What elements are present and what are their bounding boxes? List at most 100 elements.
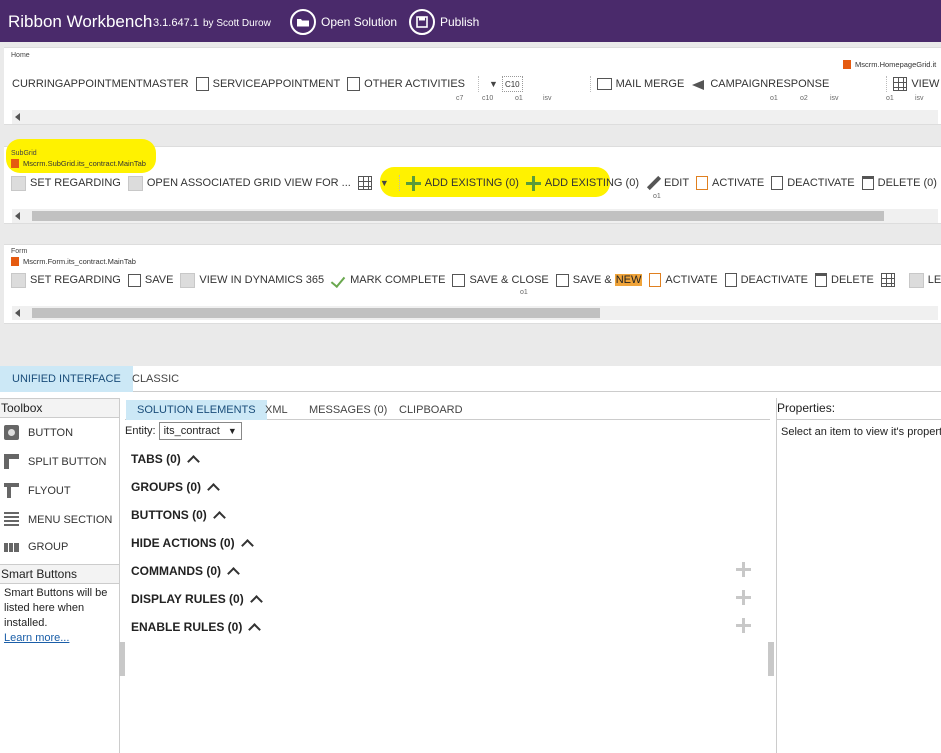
chevron-down-icon[interactable]: ▼ — [380, 178, 389, 188]
split-button-icon — [4, 454, 19, 469]
sublabel-o1: o1 — [653, 193, 661, 200]
add-enable-rule-plus-icon[interactable] — [736, 618, 751, 633]
tab-xml[interactable]: XML — [254, 400, 299, 420]
learning-label: LEARNIN — [927, 274, 941, 286]
deactivate-label: DEACTIVATE — [740, 274, 808, 286]
chevron-up-icon[interactable] — [207, 483, 220, 496]
subgrid-ribbon-title: SubGrid — [11, 150, 37, 157]
publish-label: Publish — [440, 15, 480, 29]
toolbox-menu-section[interactable]: MENU SECTION — [4, 512, 112, 527]
home-ribbon-title: Home — [11, 52, 30, 59]
edit-button[interactable]: EDIT — [646, 176, 689, 190]
flyout-icon — [4, 483, 19, 498]
form-ribbon-scrollbar[interactable] — [12, 306, 938, 320]
add-display-rule-plus-icon[interactable] — [736, 590, 751, 605]
scroll-thumb[interactable] — [32, 211, 884, 221]
scroll-thumb[interactable] — [32, 308, 600, 318]
activate-label: ACTIVATE — [712, 177, 765, 189]
tab-clipboard[interactable]: CLIPBOARD — [388, 400, 474, 420]
add-existing-button-2[interactable]: ADD EXISTING (0) — [525, 175, 639, 191]
tab-classic[interactable]: CLASSIC — [120, 366, 191, 392]
tab-unified-interface[interactable]: UNIFIED INTERFACE — [0, 366, 133, 392]
grid-icon[interactable] — [357, 176, 372, 190]
megaphone-icon — [691, 78, 706, 91]
toolbox-item-label: BUTTON — [28, 426, 74, 439]
section-tabs[interactable]: TABS (0) — [131, 452, 200, 468]
add-existing-button-1[interactable]: ADD EXISTING (0) — [405, 175, 519, 191]
save-new-label: SAVE & — [572, 274, 615, 286]
chevron-up-icon[interactable] — [227, 567, 240, 580]
smart-buttons-info: Smart Buttons will be listed here when i… — [4, 586, 116, 646]
add-existing-label: ADD EXISTING (0) — [424, 177, 519, 189]
mark-complete-button[interactable]: MARK COMPLETE — [331, 273, 445, 288]
toolbox-flyout[interactable]: FLYOUT — [4, 483, 71, 498]
chevron-up-icon[interactable] — [248, 623, 262, 636]
tab-messages[interactable]: MESSAGES (0) — [298, 400, 398, 420]
chevron-up-icon[interactable] — [186, 455, 200, 468]
publish-button[interactable]: Publish — [409, 8, 479, 36]
scroll-left-icon[interactable] — [15, 212, 20, 220]
document-icon — [696, 176, 709, 190]
other-activities-label: OTHER ACTIVITIES — [364, 78, 466, 90]
tab-solution-elements[interactable]: SOLUTION ELEMENTS — [126, 400, 267, 420]
section-label: HIDE ACTIONS (0) — [131, 536, 235, 550]
entity-select[interactable]: its_contract ▼ — [158, 422, 242, 440]
scroll-left-icon[interactable] — [15, 113, 20, 121]
chevron-up-icon[interactable] — [212, 511, 226, 524]
menu-section-icon — [4, 512, 19, 527]
deactivate-button[interactable]: DEACTIVATE — [771, 176, 855, 190]
section-groups[interactable]: GROUPS (0) — [131, 480, 220, 496]
section-hide-actions[interactable]: HIDE ACTIONS (0) — [131, 536, 254, 552]
set-regarding-button[interactable]: SET REGARDING — [11, 175, 121, 191]
chevron-down-icon[interactable]: ▼ — [489, 79, 498, 89]
other-activities-button[interactable]: OTHER ACTIVITIES — [347, 77, 465, 91]
section-enable-rules[interactable]: ENABLE RULES (0) — [131, 620, 262, 636]
learning-button[interactable]: LEARNIN — [908, 272, 941, 288]
c10-button[interactable]: C10 — [501, 76, 523, 92]
view-in-dynamics-button[interactable]: VIEW IN DYNAMICS 365 — [180, 272, 325, 288]
delete-button[interactable]: DELETE (0) — [861, 176, 937, 190]
section-buttons[interactable]: BUTTONS (0) — [131, 508, 226, 524]
activate-button[interactable]: ACTIVATE — [649, 273, 718, 287]
home-ribbon-scrollbar[interactable] — [12, 110, 938, 124]
section-display-rules[interactable]: DISPLAY RULES (0) — [131, 592, 263, 608]
toolbox-button[interactable]: BUTTON — [4, 425, 73, 440]
add-command-plus-icon[interactable] — [736, 562, 751, 577]
view-button[interactable]: VIEW — [893, 77, 939, 91]
service-appointment-button[interactable]: SERVICEAPPOINTMENT — [195, 77, 340, 91]
save-new-icon — [555, 273, 569, 287]
save-close-button[interactable]: SAVE & CLOSE — [452, 273, 549, 287]
open-associated-grid-button[interactable]: OPEN ASSOCIATED GRID VIEW FOR ... — [127, 175, 351, 191]
delete-button[interactable]: DELETE — [815, 273, 874, 287]
placeholder-icon — [908, 272, 924, 288]
sublabel-c10: c10 — [482, 95, 494, 102]
activate-label: ACTIVATE — [665, 274, 718, 286]
learn-more-link[interactable]: Learn more... — [4, 631, 116, 646]
recurring-appointment-button[interactable]: CURRINGAPPOINTMENTMASTER — [12, 78, 189, 90]
set-regarding-button[interactable]: SET REGARDING — [11, 272, 121, 288]
deactivate-button[interactable]: DEACTIVATE — [724, 273, 808, 287]
subgrid-ribbon-scrollbar[interactable] — [12, 209, 938, 223]
toolbox-group[interactable]: GROUP — [4, 541, 68, 553]
splitter-handle[interactable] — [768, 642, 774, 676]
home-ribbon-id: Mscrm.HomepageGrid.it — [843, 60, 936, 69]
scroll-left-icon[interactable] — [15, 309, 20, 317]
chevron-up-icon[interactable] — [249, 595, 263, 608]
save-new-button[interactable]: SAVE & NEW — [555, 273, 643, 287]
campaign-response-button[interactable]: CAMPAIGNRESPONSE — [691, 78, 829, 91]
toolbox-split-button[interactable]: SPLIT BUTTON — [4, 454, 106, 469]
add-existing-label: ADD EXISTING (0) — [544, 177, 639, 189]
entity-selector: Entity: its_contract ▼ — [125, 422, 242, 440]
view-dynamics-label: VIEW IN DYNAMICS 365 — [199, 274, 325, 286]
properties-panel: Properties: Select an item to view it's … — [776, 398, 941, 753]
chevron-up-icon[interactable] — [240, 539, 254, 552]
mail-merge-button[interactable]: MAIL MERGE — [596, 78, 684, 90]
save-button[interactable]: SAVE — [127, 273, 173, 287]
section-commands[interactable]: COMMANDS (0) — [131, 564, 240, 580]
activate-button[interactable]: ACTIVATE — [696, 176, 764, 190]
deactivate-icon — [771, 176, 784, 190]
open-solution-button[interactable]: Open Solution — [290, 8, 397, 36]
ribbon-divider — [478, 76, 480, 92]
ribbon-divider — [589, 76, 591, 92]
form-grid-icon[interactable] — [880, 273, 895, 287]
